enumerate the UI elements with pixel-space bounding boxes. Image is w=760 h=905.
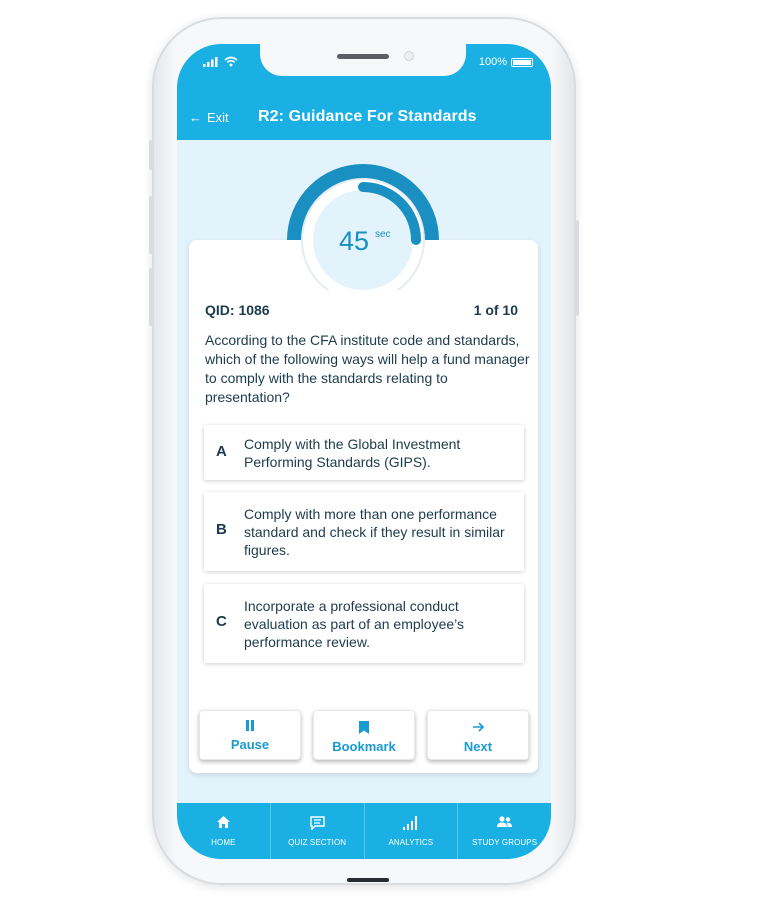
option-letter: C <box>216 613 227 630</box>
volume-up-button <box>149 196 153 254</box>
option-text: Incorporate a professional conduct evalu… <box>244 598 464 650</box>
bookmark-icon <box>314 721 414 735</box>
option-text: Comply with the Global Investment Perfor… <box>244 436 461 470</box>
option-text: Comply with more than one performance st… <box>244 506 505 558</box>
bottom-nav: HOME QUIZ SECTION ANALYTICS STUDY GROUPS <box>177 803 551 859</box>
pause-icon <box>200 720 300 734</box>
status-right: 100% <box>479 56 533 68</box>
arrow-right-icon <box>428 721 528 735</box>
question-text: According to the CFA institute code and … <box>205 332 530 405</box>
pause-label: Pause <box>230 737 270 752</box>
chat-icon <box>271 816 364 832</box>
nav-analytics-label: ANALYTICS <box>388 838 434 847</box>
wifi-icon <box>224 56 238 67</box>
next-label: Next <box>463 739 493 754</box>
battery-percent: 100% <box>478 56 507 68</box>
volume-down-button <box>149 268 153 326</box>
group-icon <box>458 816 551 832</box>
question-card: QID: 1086 1 of 10 According to the CFA i… <box>189 240 538 773</box>
nav-quiz-label: QUIZ SECTION <box>288 838 347 847</box>
option-b[interactable]: B Comply with more than one performance … <box>204 492 524 571</box>
next-button[interactable]: Next <box>427 710 529 760</box>
countdown-timer: 45 sec <box>283 160 443 302</box>
option-letter: A <box>216 443 227 460</box>
exit-label: Exit <box>207 110 229 125</box>
nav-home[interactable]: HOME <box>177 803 271 859</box>
question-id: QID: 1086 <box>205 302 270 318</box>
page-title: R2: Guidance For Standards <box>258 108 477 125</box>
bar-chart-icon <box>365 816 458 832</box>
timer-graphic <box>287 164 439 302</box>
question-counter: 1 of 10 <box>473 302 518 318</box>
exit-button[interactable]: ← Exit <box>189 110 229 125</box>
nav-home-label: HOME <box>211 838 236 847</box>
arrow-left-icon: ← <box>189 110 202 125</box>
phone-screen: 100% ← Exit R2: Guidance For Standards Q… <box>177 44 551 859</box>
home-indicator <box>347 878 389 882</box>
status-left <box>203 56 238 67</box>
nav-quiz-section[interactable]: QUIZ SECTION <box>271 803 365 859</box>
signal-icon <box>203 56 218 67</box>
nav-analytics[interactable]: ANALYTICS <box>365 803 459 859</box>
timer-value: 45 <box>339 226 370 256</box>
pause-button[interactable]: Pause <box>199 710 301 760</box>
speaker-grille <box>337 54 389 59</box>
phone-notch <box>260 44 466 76</box>
timer-unit: sec <box>375 229 391 240</box>
option-a[interactable]: A Comply with the Global Investment Perf… <box>204 425 524 480</box>
silent-switch <box>149 140 153 170</box>
option-c[interactable]: C Incorporate a professional conduct eva… <box>204 584 524 663</box>
front-camera <box>404 51 414 61</box>
nav-study-groups-label: STUDY GROUPS <box>472 838 538 847</box>
bookmark-label: Bookmark <box>332 739 396 754</box>
battery-icon <box>511 57 533 67</box>
option-letter: B <box>216 521 227 538</box>
home-icon <box>177 816 270 832</box>
nav-study-groups[interactable]: STUDY GROUPS <box>458 803 551 859</box>
bookmark-button[interactable]: Bookmark <box>313 710 415 760</box>
power-button <box>575 220 579 316</box>
